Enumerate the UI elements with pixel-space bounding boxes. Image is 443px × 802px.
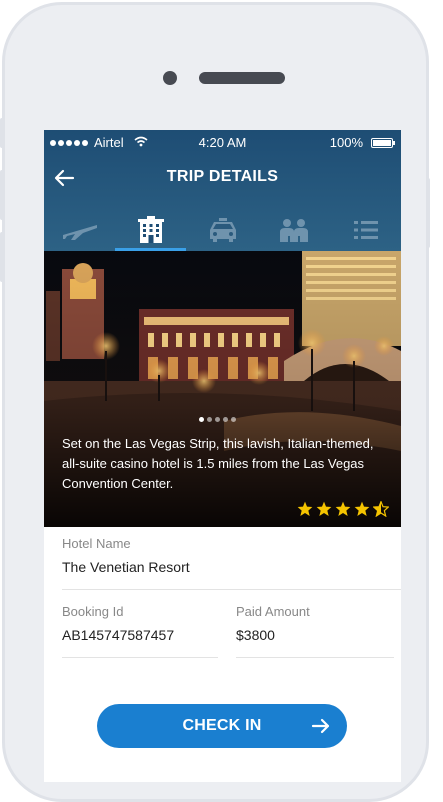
page-title: TRIP DETAILS (166, 168, 279, 185)
star-full-icon (297, 501, 313, 516)
tab-taxi[interactable] (187, 208, 258, 251)
star-rating (297, 501, 389, 517)
star-full-icon (335, 501, 351, 516)
tab-people[interactable] (258, 208, 329, 251)
hotel-name-label: Hotel Name (62, 536, 131, 551)
side-button (0, 118, 4, 148)
paid-amount-label: Paid Amount (236, 604, 310, 619)
app-header: Airtel 4:20 AM 100% TRIP DETAILS (44, 130, 401, 251)
pager-dot[interactable] (223, 417, 228, 422)
divider (236, 657, 394, 658)
booking-id-label: Booking Id (62, 604, 124, 619)
arrow-right-icon (311, 718, 330, 734)
star-full-icon (316, 501, 332, 516)
divider (62, 589, 401, 590)
side-button (0, 170, 4, 220)
side-button (0, 232, 4, 282)
hotel-photo: Set on the Las Vegas Strip, this lavish,… (44, 251, 401, 527)
hotel-description: Set on the Las Vegas Strip, this lavish,… (62, 436, 374, 491)
hotel-name-value: The Venetian Resort (62, 559, 190, 575)
pager-dot[interactable] (199, 417, 204, 422)
list-icon (353, 220, 378, 239)
flight-icon (62, 224, 97, 240)
tab-flight[interactable] (44, 208, 115, 251)
star-half-icon (373, 501, 389, 517)
hotel-icon (137, 215, 164, 243)
battery-icon (371, 138, 395, 148)
front-camera (163, 71, 177, 85)
side-button (426, 178, 430, 248)
people-icon (279, 218, 308, 242)
speaker-grille (199, 72, 285, 84)
pager-dot[interactable] (215, 417, 220, 422)
photo-pager[interactable] (199, 417, 236, 422)
booking-id-value: AB145747587457 (62, 627, 175, 643)
check-in-label: CHECK IN (182, 717, 262, 734)
tab-list[interactable] (330, 208, 401, 251)
app-screen: Airtel 4:20 AM 100% TRIP DETAILS Set on … (44, 130, 401, 782)
divider (62, 657, 218, 658)
check-in-button[interactable]: CHECK IN (97, 704, 347, 748)
pager-dot[interactable] (231, 417, 236, 422)
battery-percent: 100% (329, 135, 363, 150)
taxi-icon (209, 217, 236, 242)
star-full-icon (354, 501, 370, 516)
status-bar: Airtel 4:20 AM 100% (44, 134, 401, 154)
paid-amount-value: $3800 (236, 627, 275, 643)
tab-hotel[interactable] (115, 208, 186, 251)
pager-dot[interactable] (207, 417, 212, 422)
trip-tabs (44, 208, 401, 251)
